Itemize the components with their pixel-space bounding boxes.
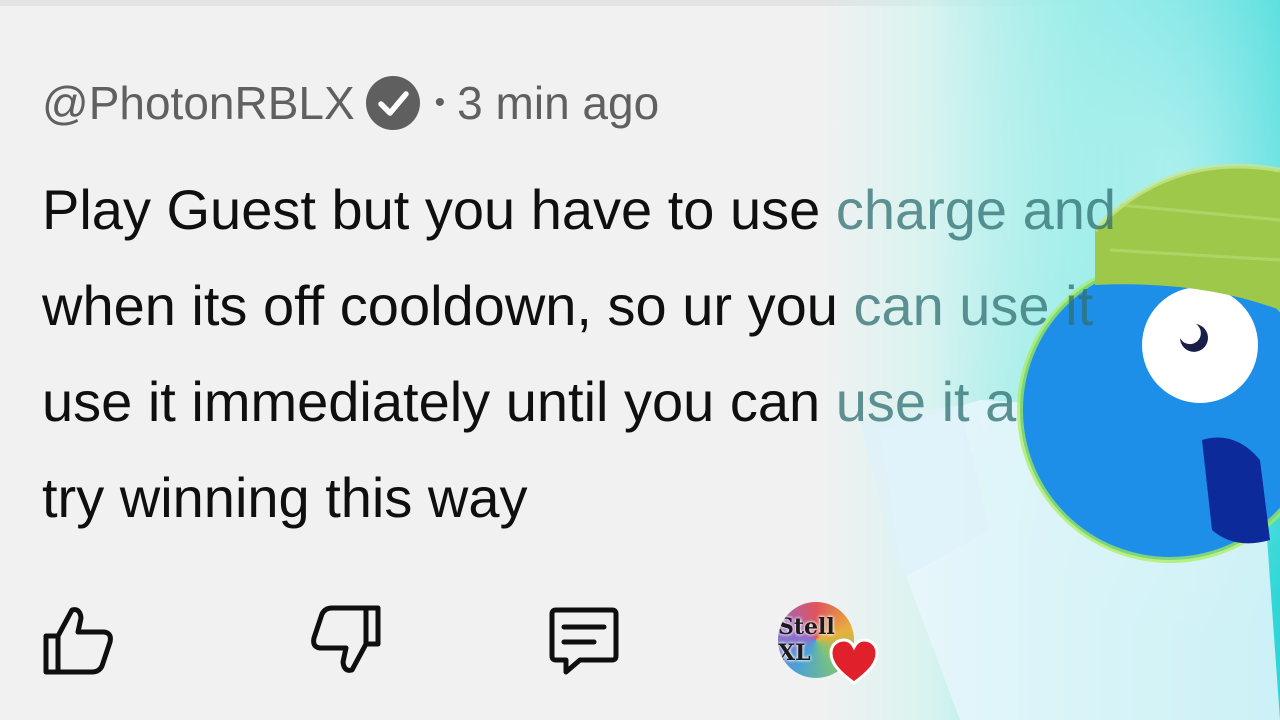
comment-timestamp[interactable]: 3 min ago <box>457 76 659 130</box>
comment-line: Play Guest but you have to use charge an… <box>42 178 1117 241</box>
reply-button[interactable] <box>544 600 624 680</box>
reply-comment-icon <box>549 607 619 675</box>
like-button[interactable] <box>38 600 118 680</box>
comment-meta: @PhotonRBLX • 3 min ago <box>42 72 659 134</box>
comment-line: use it immediately until you can use it … <box>42 370 1017 433</box>
author-handle[interactable]: @PhotonRBLX <box>42 76 355 130</box>
creator-heart-badge[interactable]: Stell XL <box>778 600 882 690</box>
meta-separator: • <box>434 86 446 119</box>
comment-text: Play Guest but you have to use charge an… <box>42 162 1262 546</box>
heart-icon <box>829 638 879 685</box>
comment-actions: Stell XL <box>0 600 1280 690</box>
comment-line: try winning this way <box>42 466 528 529</box>
thumbs-down-icon <box>311 605 381 673</box>
verified-check-icon <box>365 76 420 130</box>
dislike-button[interactable] <box>306 600 386 680</box>
comment-line: when its off cooldown, so ur you can use… <box>42 274 1094 337</box>
thumbs-up-icon <box>43 607 113 675</box>
